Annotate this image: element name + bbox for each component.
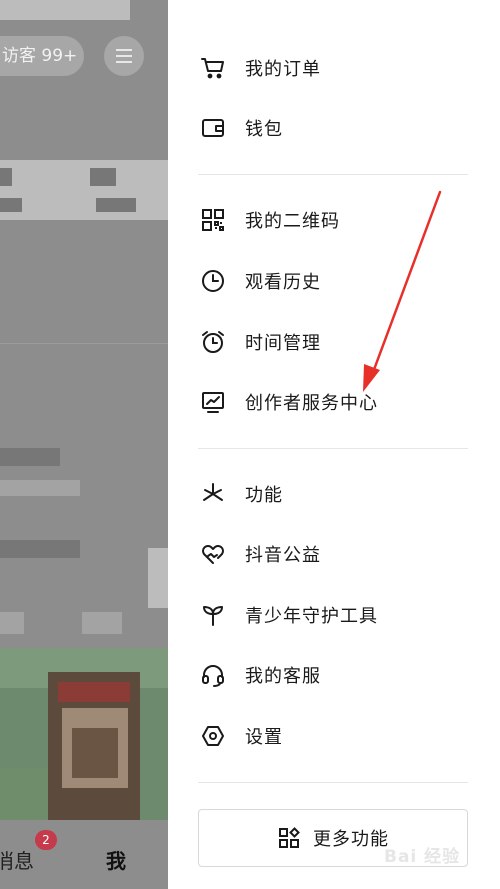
divider [198, 782, 468, 783]
menu-item-label: 我的订单 [245, 59, 321, 80]
blurred-text [0, 448, 60, 466]
menu-item-time-management[interactable]: 时间管理 [198, 320, 468, 364]
menu-item-label: 创作者服务中心 [245, 393, 378, 414]
menu-item-orders[interactable]: 我的订单 [198, 46, 468, 90]
menu-item-label: 功能 [245, 485, 283, 506]
features-icon [200, 481, 226, 507]
menu-item-youth-protection[interactable]: 青少年守护工具 [198, 593, 468, 637]
more-features-label: 更多功能 [313, 829, 389, 850]
menu-item-label: 钱包 [245, 119, 283, 140]
visitor-count-pill: 访客 99+ [0, 36, 84, 76]
menu-item-wallet[interactable]: 钱包 [198, 106, 468, 150]
tab-me[interactable]: 我 [106, 845, 126, 874]
menu-item-label: 观看历史 [245, 272, 321, 293]
hexagon-settings-icon [200, 723, 226, 749]
clock-icon [200, 268, 226, 294]
tab-messages[interactable]: 消息 [0, 845, 34, 874]
menu-item-label: 时间管理 [245, 333, 321, 354]
alarm-clock-icon [200, 329, 226, 355]
menu-item-label: 设置 [245, 727, 283, 748]
monitor-chart-icon [200, 389, 226, 415]
menu-item-label: 我的二维码 [245, 211, 340, 232]
menu-item-charity[interactable]: 抖音公益 [198, 532, 468, 576]
menu-item-history[interactable]: 观看历史 [198, 259, 468, 303]
cart-icon [200, 55, 226, 81]
wallet-icon [200, 115, 226, 141]
grid-apps-icon [277, 826, 301, 850]
blurred-stats [0, 160, 168, 220]
heart-charity-icon [200, 541, 226, 567]
messages-badge: 2 [35, 830, 57, 850]
qr-code-icon [200, 207, 226, 233]
menu-item-label: 我的客服 [245, 666, 321, 687]
headset-icon [200, 662, 226, 688]
menu-item-settings[interactable]: 设置 [198, 714, 468, 758]
menu-item-label: 抖音公益 [245, 545, 321, 566]
background-app-overlay[interactable]: 访客 99+ 消息 2 我 [0, 0, 168, 889]
menu-item-features[interactable]: 功能 [198, 472, 468, 516]
menu-item-qr-code[interactable]: 我的二维码 [198, 198, 468, 242]
menu-button [104, 36, 144, 76]
blurred-header [0, 0, 130, 20]
side-drawer: 我的订单 钱包 我的二维码 观看历史 时间管理 创作者服务中心 功能 抖音公益 … [168, 0, 500, 889]
blurred-photo [0, 648, 168, 820]
sprout-icon [200, 602, 226, 628]
menu-item-customer-service[interactable]: 我的客服 [198, 653, 468, 697]
watermark: Bai 经验 [384, 847, 461, 867]
divider [198, 174, 468, 175]
menu-item-label: 青少年守护工具 [245, 606, 378, 627]
divider [198, 448, 468, 449]
menu-item-creator-center[interactable]: 创作者服务中心 [198, 380, 468, 424]
